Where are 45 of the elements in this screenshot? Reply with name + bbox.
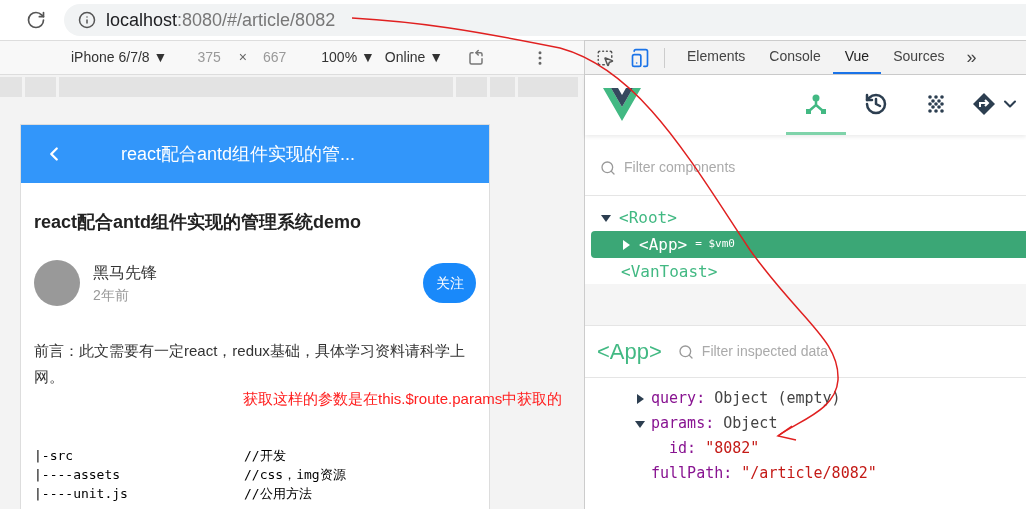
info-icon[interactable] [78, 11, 96, 29]
devtools-tab[interactable]: Console [757, 41, 833, 74]
property-entry: fullPath: "/article/8082" [651, 463, 877, 485]
component-name: <Root> [619, 206, 677, 229]
device-select[interactable]: iPhone 6/7/8 ▼ [71, 47, 168, 68]
vm-reference: = $vm0 [695, 236, 735, 253]
devtools-tab[interactable]: Vue [832, 41, 882, 74]
nav-title: react配合antd组件实现的管... [121, 142, 356, 166]
avatar [34, 260, 80, 306]
route-sign-icon[interactable] [972, 91, 996, 116]
dots-grid-icon[interactable] [926, 93, 946, 114]
address-bar[interactable]: localhost:8080/#/article/8082 [64, 4, 1026, 36]
device-toggle-icon[interactable] [630, 47, 650, 68]
code-line: |----assets //css，img资源 [34, 466, 347, 484]
search-icon [600, 159, 616, 176]
network-select[interactable]: Online ▼ [384, 47, 444, 68]
history-icon[interactable] [864, 91, 888, 116]
code-line: |----unit.js //公用方法 [34, 485, 313, 503]
dimension-separator: × [238, 48, 247, 67]
zoom-select[interactable]: 100% ▼ [321, 47, 375, 68]
property-entry: params: Object [651, 413, 778, 435]
code-line: |-src //开发 [34, 447, 287, 465]
reload-icon[interactable] [26, 10, 46, 30]
follow-button[interactable]: 关注 [423, 263, 476, 303]
url-text: localhost:8080/#/article/8082 [106, 8, 336, 32]
component-name: <VanToast> [621, 260, 718, 283]
rotate-icon[interactable] [467, 48, 486, 67]
property-entry: id: "8082" [669, 438, 760, 460]
inspected-component-name: <App> [597, 338, 662, 366]
annotation-text: 获取这样的参数是在this.$route.params中获取的 [243, 389, 563, 409]
post-time: 2年前 [93, 285, 130, 305]
devtools-tab[interactable]: Sources [881, 41, 957, 74]
more-tabs-button[interactable]: » [966, 44, 977, 71]
article-title: react配合antd组件实现的管理系统demo [34, 211, 363, 234]
devtools-tab[interactable]: Elements [675, 41, 758, 74]
expanded-arrow-icon[interactable] [635, 418, 645, 429]
inspect-element-icon[interactable] [596, 48, 614, 67]
filter-data-field[interactable]: Filter inspected data [701, 341, 922, 362]
article-intro: 前言：此文需要有一定react，redux基础，具体学习资料请科学上网。 [34, 341, 466, 387]
author-name: 黑马先锋 [93, 262, 157, 283]
expanded-arrow-icon[interactable] [601, 212, 611, 223]
collapsed-arrow-icon[interactable] [635, 393, 645, 404]
search-icon [677, 343, 694, 360]
vue-logo [603, 88, 641, 122]
component-name: <App> [639, 233, 688, 256]
